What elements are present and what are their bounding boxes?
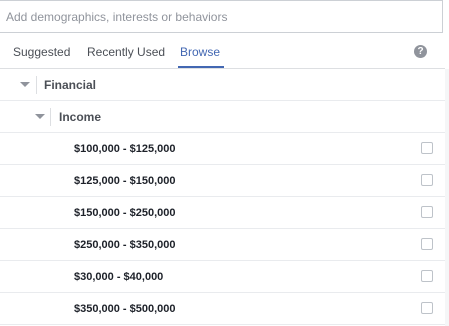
active-tab-indicator xyxy=(178,66,224,68)
option-row[interactable]: $150,000 - $250,000 xyxy=(0,197,445,229)
tree-divider xyxy=(36,76,37,94)
caret-down-icon[interactable] xyxy=(20,82,30,87)
option-row[interactable]: $250,000 - $350,000 xyxy=(0,229,445,261)
tab-bar: Suggested Recently Used Browse xyxy=(0,34,445,69)
scrollbar[interactable] xyxy=(445,69,449,326)
option-checkbox[interactable] xyxy=(421,206,433,218)
tree-row-financial[interactable]: Financial xyxy=(0,69,445,101)
tree-divider xyxy=(50,108,51,126)
option-label: $30,000 - $40,000 xyxy=(74,271,164,283)
option-checkbox[interactable] xyxy=(421,238,433,250)
option-label: $150,000 - $250,000 xyxy=(74,207,176,219)
option-row[interactable]: $350,000 - $500,000 xyxy=(0,293,445,325)
question-circle-icon[interactable]: ? xyxy=(414,45,427,58)
tab-suggested[interactable]: Suggested xyxy=(13,45,70,59)
option-row[interactable]: $125,000 - $150,000 xyxy=(0,165,445,197)
tree-row-income[interactable]: Income xyxy=(0,101,445,133)
subcategory-label: Income xyxy=(59,110,102,124)
tab-recently-used[interactable]: Recently Used xyxy=(87,45,165,59)
option-label: $350,000 - $500,000 xyxy=(74,303,176,315)
option-checkbox[interactable] xyxy=(421,270,433,282)
tab-browse[interactable]: Browse xyxy=(180,45,220,59)
option-row[interactable]: $100,000 - $125,000 xyxy=(0,133,445,165)
option-label: $100,000 - $125,000 xyxy=(74,143,176,155)
option-checkbox[interactable] xyxy=(421,174,433,186)
search-box[interactable] xyxy=(0,0,443,33)
option-label: $125,000 - $150,000 xyxy=(74,175,176,187)
option-checkbox[interactable] xyxy=(421,302,433,314)
caret-down-icon[interactable] xyxy=(35,114,45,119)
option-row[interactable]: $30,000 - $40,000 xyxy=(0,261,445,293)
search-input[interactable] xyxy=(6,1,436,32)
option-checkbox[interactable] xyxy=(421,142,433,154)
option-label: $250,000 - $350,000 xyxy=(74,239,176,251)
category-label: Financial xyxy=(44,78,97,92)
